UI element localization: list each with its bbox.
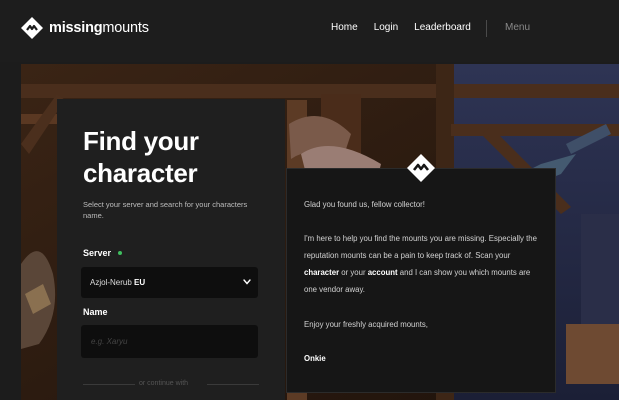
search-card: Find your character Select your server a…	[57, 99, 285, 400]
server-select-value: Azjol-Nerub EU	[90, 278, 146, 287]
message-greeting: Glad you found us, fellow collector!	[304, 200, 425, 209]
nav-divider	[486, 20, 487, 37]
chevron-down-icon	[243, 279, 251, 285]
name-label: Name	[83, 307, 108, 317]
message-body: I'm here to help you find the mounts you…	[304, 234, 537, 294]
message-closing: Enjoy your freshly acquired mounts,	[304, 320, 428, 329]
divider-text: or continue with	[139, 380, 189, 387]
divider-right	[207, 384, 259, 385]
nav-link-leaderboard[interactable]: Leaderboard	[414, 22, 471, 33]
nav-links: Home Login Leaderboard	[331, 22, 487, 33]
name-input[interactable]	[81, 325, 258, 358]
nav-link-home[interactable]: Home	[331, 22, 358, 33]
bot-logo-icon	[407, 154, 435, 182]
message-card: Glad you found us, fellow collector! I'm…	[286, 168, 556, 393]
message-signature: Onkie	[304, 354, 326, 363]
navbar: missingmounts Home Login Leaderboard Men…	[0, 0, 619, 62]
page-subtitle: Select your server and search for your c…	[83, 200, 248, 220]
server-select[interactable]: Azjol-Nerub EU	[81, 267, 258, 298]
site-logo[interactable]: missingmounts	[21, 17, 149, 39]
status-dot-icon	[118, 251, 122, 255]
logo-icon	[21, 17, 43, 39]
nav-link-login[interactable]: Login	[374, 22, 398, 33]
page-title: Find your character	[83, 126, 199, 188]
server-label: Server	[83, 248, 112, 258]
divider-left	[83, 384, 135, 385]
logo-text: missingmounts	[49, 20, 149, 36]
menu-button[interactable]: Menu	[505, 22, 530, 33]
